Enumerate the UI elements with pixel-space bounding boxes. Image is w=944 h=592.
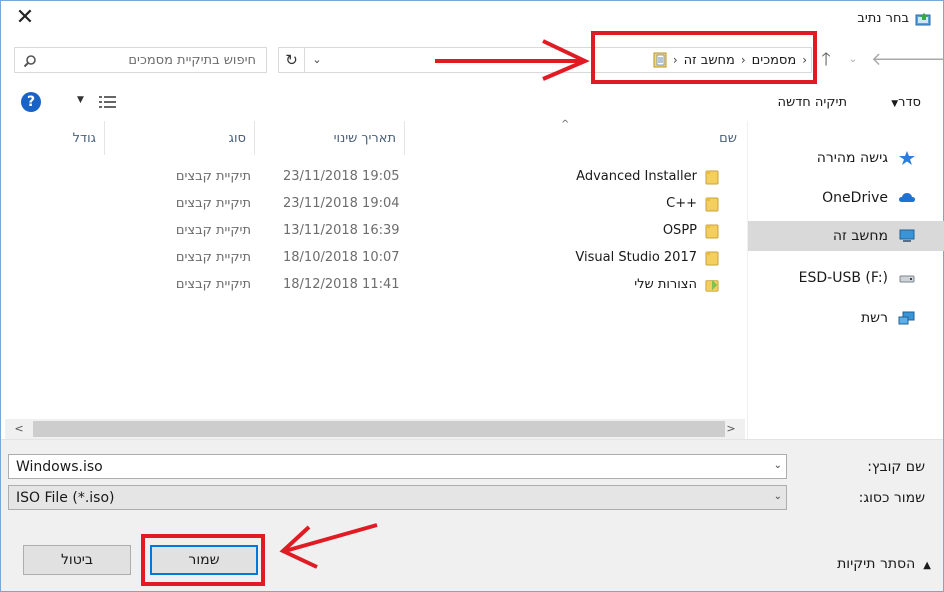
file-type: תיקיית קבצים xyxy=(175,223,251,238)
nav-item-this-pc[interactable]: מחשב זה xyxy=(748,221,944,251)
hide-folders-toggle[interactable]: ▲ הסתר תיקיות xyxy=(837,556,931,572)
file-name: C++ xyxy=(666,196,697,211)
file-name: הצורות שלי xyxy=(634,277,697,292)
nav-item-quick-access[interactable]: גישה מהירה xyxy=(748,143,944,173)
file-name: Advanced Installer xyxy=(576,169,697,184)
list-item[interactable]: C++ 23/11/2018 19:04 תיקיית קבצים xyxy=(5,190,745,217)
view-options-caret-icon[interactable]: ▼ xyxy=(77,95,84,105)
organize-label: סדר xyxy=(898,95,921,110)
annotation-arrow-icon xyxy=(279,523,378,569)
column-header-size[interactable]: גודל xyxy=(5,121,105,155)
horizontal-scrollbar[interactable]: < > xyxy=(5,419,745,439)
folder-icon xyxy=(705,197,719,212)
up-arrow-icon[interactable]: 🡑 xyxy=(816,49,836,71)
list-item[interactable]: הצורות שלי 18/12/2018 11:41 תיקיית קבצים xyxy=(5,271,745,298)
search-icon xyxy=(23,55,36,68)
file-modified: 13/11/2018 16:39 xyxy=(283,223,400,238)
file-type: תיקיית קבצים xyxy=(175,250,251,265)
list-item[interactable]: OSPP 13/11/2018 16:39 תיקיית קבצים xyxy=(5,217,745,244)
file-type: תיקיית קבצים xyxy=(175,196,251,211)
window-title: בחר נתיב xyxy=(857,11,909,26)
caret-up-icon: ▲ xyxy=(923,560,931,571)
filetype-label: שמור כסוג: xyxy=(858,490,925,506)
list-item[interactable]: Visual Studio 2017 18/10/2018 10:07 תיקי… xyxy=(5,244,745,271)
nav-item-network[interactable]: רשת xyxy=(748,303,944,333)
file-list: ^ שם תאריך שינוי סוג גודל Advanced Insta… xyxy=(5,119,745,419)
refresh-icon[interactable]: ↻ xyxy=(279,48,305,72)
folder-icon xyxy=(705,224,719,239)
file-name: Visual Studio 2017 xyxy=(575,250,697,265)
scroll-left-icon[interactable]: < xyxy=(9,419,29,439)
app-icon xyxy=(915,13,931,26)
recent-locations-chevron-icon[interactable]: ⌄ xyxy=(843,49,863,71)
computer-icon xyxy=(899,229,915,242)
save-highlight-box xyxy=(141,534,265,586)
chevron-down-icon[interactable]: ⌄ xyxy=(774,491,782,502)
nav-item-onedrive[interactable]: OneDrive xyxy=(748,183,944,213)
filename-value: Windows.iso xyxy=(16,459,103,475)
close-icon[interactable]: ✕ xyxy=(13,7,37,31)
search-placeholder: חיפוש בתיקיית מסמכים xyxy=(128,53,256,68)
forward-arrow-icon[interactable]: 🡐 xyxy=(871,49,919,71)
star-icon xyxy=(899,151,915,165)
nav-label: רשת xyxy=(860,310,888,326)
folder-icon xyxy=(705,251,719,266)
search-input[interactable]: חיפוש בתיקיית מסמכים xyxy=(14,47,267,73)
annotation-arrow-icon xyxy=(435,39,590,81)
help-icon[interactable]: ? xyxy=(21,92,41,112)
new-folder-button[interactable]: תיקיה חדשה xyxy=(777,95,847,110)
cloud-icon xyxy=(899,193,915,202)
scroll-right-icon[interactable]: > xyxy=(721,419,741,439)
network-icon xyxy=(898,311,915,325)
cancel-button[interactable]: ביטול xyxy=(23,545,131,575)
scrollbar-thumb[interactable] xyxy=(33,421,725,437)
folder-icon xyxy=(705,170,719,185)
filename-field[interactable]: Windows.iso ⌄ xyxy=(8,454,787,479)
filetype-value: ISO File (*.iso) xyxy=(16,490,115,506)
nav-label: ESD-USB (F:) xyxy=(798,270,888,286)
shapes-folder-icon xyxy=(705,279,719,292)
organize-menu[interactable]: סדר▼ xyxy=(885,95,921,110)
column-header-type[interactable]: סוג xyxy=(105,121,255,155)
filetype-select[interactable]: ISO File (*.iso) ⌄ xyxy=(8,485,787,510)
nav-label: מחשב זה xyxy=(832,228,888,244)
command-bar: סדר▼ תיקיה חדשה xyxy=(1,85,943,121)
nav-label: OneDrive xyxy=(822,190,888,206)
file-modified: 18/10/2018 10:07 xyxy=(283,250,400,265)
list-item[interactable]: Advanced Installer 23/11/2018 19:05 תיקי… xyxy=(5,163,745,190)
navigation-pane: גישה מהירה OneDrive מחשב זה ESD-USB (F:)… xyxy=(747,121,944,439)
usb-drive-icon xyxy=(899,275,915,283)
nav-label: גישה מהירה xyxy=(816,150,888,166)
file-modified: 23/11/2018 19:04 xyxy=(283,196,400,211)
breadcrumb-highlight-box xyxy=(591,31,817,84)
address-dropdown-icon[interactable]: ⌄ xyxy=(306,48,328,72)
file-modified: 23/11/2018 19:05 xyxy=(283,169,400,184)
column-header-name[interactable]: שם xyxy=(405,121,745,155)
file-name: OSPP xyxy=(662,223,697,238)
save-dialog: ✕ בחר נתיב 🡒 🡐 ⌄ 🡑 ↻ ⌄ ‹ מחשב זה ‹ מסמכי… xyxy=(0,0,944,592)
filename-label: שם קובץ: xyxy=(867,459,925,475)
hide-folders-label: הסתר תיקיות xyxy=(837,556,916,572)
chevron-down-icon[interactable]: ⌄ xyxy=(774,460,782,471)
file-type: תיקיית קבצים xyxy=(175,277,251,292)
file-type: תיקיית קבצים xyxy=(175,169,251,184)
column-header-modified[interactable]: תאריך שינוי xyxy=(255,121,405,155)
file-modified: 18/12/2018 11:41 xyxy=(283,277,400,292)
change-view-icon[interactable] xyxy=(98,94,118,110)
nav-item-usb-drive[interactable]: ESD-USB (F:) xyxy=(748,263,944,293)
